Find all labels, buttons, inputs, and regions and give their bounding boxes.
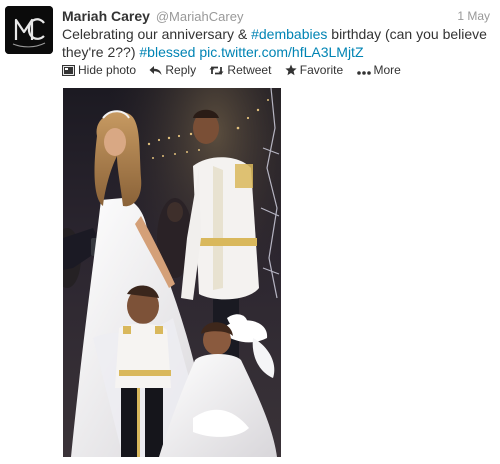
hashtag-dembabies[interactable]: #dembabies [251,26,327,42]
hide-photo-button[interactable]: Hide photo [61,61,137,81]
reply-arrow-icon [149,63,162,81]
photo-icon [61,63,76,81]
tweet-text-part: Celebrating our anniversary & [62,26,252,42]
retweet-icon [209,63,224,81]
favorite-label: Favorite [299,63,344,77]
hashtag-blessed[interactable]: #blessed [139,44,195,60]
tweet-text: Celebrating our anniversary & #dembabies… [62,25,492,61]
family-photo-image [63,88,281,457]
more-dots-icon [356,63,371,81]
favorite-button[interactable]: Favorite [285,61,343,81]
tweet: Mariah Carey @MariahCarey 1 May Celebrat… [0,0,500,464]
retweet-button[interactable]: Retweet [209,61,271,81]
reply-button[interactable]: Reply [149,61,196,81]
hide-photo-label: Hide photo [78,63,137,77]
avatar[interactable] [5,6,53,54]
tweet-header: Mariah Carey @MariahCarey 1 May [62,7,494,25]
more-button[interactable]: More [356,61,401,81]
more-label: More [373,63,401,77]
star-icon [285,63,297,81]
author-name[interactable]: Mariah Carey [62,8,150,24]
tweet-actions: Hide photo Reply Retweet Favorite More [61,61,411,81]
photo-link[interactable]: pic.twitter.com/hfLA3LMjtZ [199,44,363,60]
tweet-timestamp[interactable]: 1 May [457,7,490,25]
retweet-label: Retweet [227,63,272,77]
avatar-monogram-logo [5,6,53,54]
reply-label: Reply [165,63,197,77]
tweet-photo[interactable] [63,88,281,457]
author-handle[interactable]: @MariahCarey [156,9,244,24]
